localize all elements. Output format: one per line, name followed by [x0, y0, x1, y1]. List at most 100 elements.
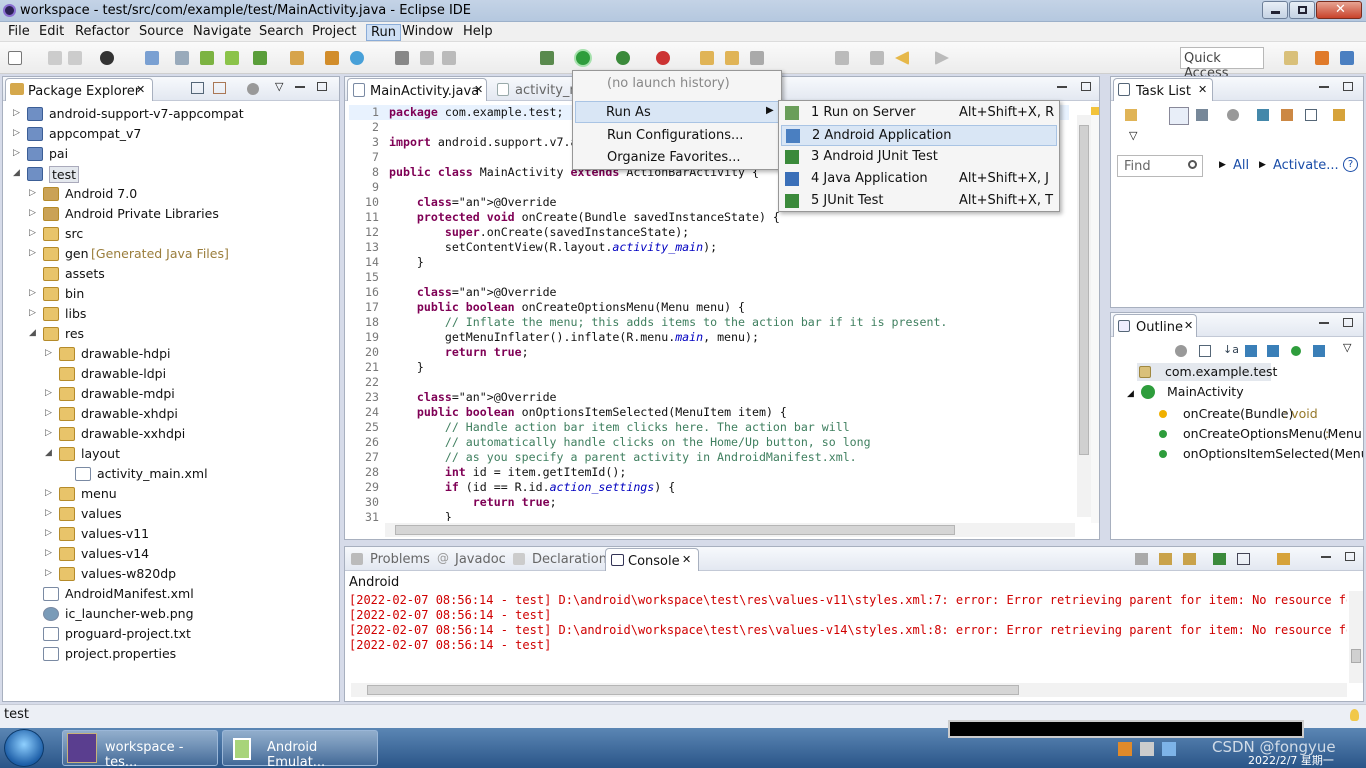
package-icon[interactable] [290, 51, 304, 65]
run-as-item[interactable]: 3 Android JUnit Test [781, 147, 1057, 168]
expand-arrow-icon[interactable]: ▷ [45, 528, 52, 538]
close-button[interactable]: ✕ [1316, 1, 1362, 19]
last-edit-icon[interactable] [870, 51, 884, 65]
avd-icon[interactable] [225, 51, 239, 65]
task-find-field[interactable]: Find [1117, 155, 1203, 177]
tab-declaration[interactable]: Declaration [532, 552, 607, 567]
menu-source[interactable]: Source [139, 24, 184, 39]
outline-class-label[interactable]: MainActivity [1167, 384, 1244, 399]
tray-icon[interactable] [1118, 742, 1132, 756]
vertical-scrollbar[interactable] [1077, 115, 1091, 517]
collapse-all-icon[interactable] [1305, 109, 1317, 121]
word-wrap-icon[interactable] [1183, 553, 1196, 565]
tree-item[interactable]: ▷ android-support-v7-appcompat [3, 104, 333, 124]
close-icon[interactable]: ✕ [1198, 83, 1207, 96]
scroll-thumb[interactable] [1351, 649, 1361, 663]
annotation-icon[interactable] [442, 51, 456, 65]
menu-project[interactable]: Project [312, 24, 356, 39]
open-console-icon[interactable] [1277, 553, 1290, 565]
close-icon[interactable]: ✕ [136, 83, 145, 96]
debug-icon[interactable] [175, 51, 189, 65]
java-ee-perspective-icon[interactable] [1315, 51, 1329, 65]
tree-item[interactable]: ic_launcher-web.png [3, 604, 333, 624]
collapse-all-icon[interactable] [1199, 345, 1211, 357]
help-icon[interactable]: ? [1343, 157, 1358, 172]
menu-help[interactable]: Help [463, 24, 493, 39]
tray-icon[interactable] [1140, 742, 1154, 756]
run-as-item[interactable]: 2 Android Application [781, 125, 1057, 146]
tab-javadoc[interactable]: Javadoc [455, 552, 506, 567]
hide-local-types-icon[interactable] [1313, 345, 1325, 357]
view-menu-icon[interactable]: ▽ [1129, 129, 1137, 142]
open-resource-icon[interactable] [725, 51, 739, 65]
expand-arrow-icon[interactable]: ▷ [13, 128, 20, 138]
tree-item[interactable]: ▷ drawable-xhdpi [3, 404, 333, 424]
expand-arrow-icon[interactable]: ▷ [29, 188, 36, 198]
tree-item[interactable]: ◢ layout [3, 444, 333, 464]
run-as-item[interactable]: 4 Java Application Alt+Shift+X, J [781, 169, 1057, 190]
expand-arrow-icon[interactable]: ▷ [45, 548, 52, 558]
activate-link[interactable]: Activate... [1273, 158, 1339, 173]
tree-item[interactable]: ▷ drawable-xxhdpi [3, 424, 333, 444]
expand-arrow-icon[interactable]: ▷ [29, 228, 36, 238]
tree-item[interactable]: ▷ appcompat_v7 [3, 124, 333, 144]
expand-arrow-icon[interactable]: ◢ [29, 328, 36, 338]
tree-item[interactable]: ▷ menu [3, 484, 333, 504]
maximize-view-icon[interactable] [1343, 318, 1353, 327]
save-all-icon[interactable] [68, 51, 82, 65]
outline-method[interactable]: onOptionsItemSelected(MenuIt [1155, 445, 1363, 463]
hide-completed-icon[interactable] [1281, 109, 1293, 121]
new-icon[interactable] [8, 51, 22, 65]
taskbar-item-emulator[interactable]: Android Emulat... [222, 730, 378, 768]
minimize-view-icon[interactable] [295, 86, 305, 88]
menu-file[interactable]: File [8, 24, 30, 39]
tree-item[interactable]: ▷ src [3, 224, 333, 244]
menu-window[interactable]: Window [402, 24, 453, 39]
scheduled-icon[interactable] [1196, 109, 1208, 121]
tree-item[interactable]: ▷ values [3, 504, 333, 524]
tree-item[interactable]: ◢ res [3, 324, 333, 344]
tree-item[interactable]: ▷ gen [Generated Java Files] [3, 244, 333, 264]
expand-arrow-icon[interactable]: ▷ [45, 428, 52, 438]
sync-icon[interactable] [1333, 109, 1345, 121]
tree-item[interactable]: ▷ drawable-mdpi [3, 384, 333, 404]
tree-item[interactable]: ▷ values-v11 [3, 524, 333, 544]
menu-refactor[interactable]: Refactor [75, 24, 130, 39]
expand-arrow-icon[interactable]: ▷ [29, 208, 36, 218]
link-with-editor-icon[interactable] [213, 82, 226, 94]
expand-arrow-icon[interactable]: ▷ [29, 308, 36, 318]
focus-icon[interactable] [1227, 109, 1239, 121]
categorize-icon[interactable] [1169, 107, 1189, 125]
minimize-view-icon[interactable] [1057, 86, 1067, 88]
expand-arrow-icon[interactable]: ▷ [45, 508, 52, 518]
menu-edit[interactable]: Edit [39, 24, 64, 39]
display-console-icon[interactable] [1237, 553, 1250, 565]
class-icon[interactable] [325, 51, 339, 65]
menu-run[interactable]: Run [366, 24, 401, 41]
expand-arrow-icon[interactable]: ▷ [45, 388, 52, 398]
outline-method[interactable]: onCreate(Bundle) : void [1155, 405, 1363, 423]
minimize-button[interactable] [1262, 1, 1288, 19]
editor-tab-activity-main[interactable]: activity_ma [495, 78, 590, 100]
outline-method[interactable]: onCreateOptionsMenu(Menu) : [1155, 425, 1363, 443]
maximize-view-icon[interactable] [1343, 82, 1353, 91]
start-button[interactable] [4, 729, 44, 767]
console-output[interactable]: [2022-02-07 08:56:14 - test] D:\android\… [347, 593, 1347, 683]
view-menu-icon[interactable]: ▽ [1343, 341, 1351, 354]
maximize-view-icon[interactable] [317, 82, 327, 91]
expand-arrow-icon[interactable]: ▷ [29, 248, 36, 258]
tree-item[interactable]: project.properties [3, 644, 333, 664]
maximize-view-icon[interactable] [1081, 82, 1091, 91]
focus-icon[interactable] [1175, 345, 1187, 357]
tree-item[interactable]: drawable-ldpi [3, 364, 333, 384]
hide-fields-icon[interactable] [1245, 345, 1257, 357]
run-as-item[interactable]: Run As ▶ [575, 101, 779, 123]
expand-arrow-icon[interactable]: ▷ [45, 408, 52, 418]
new-task-icon[interactable] [1125, 109, 1137, 121]
console-horizontal-scrollbar[interactable] [351, 683, 1347, 697]
scroll-thumb[interactable] [1079, 125, 1089, 455]
external-tools-icon[interactable] [656, 51, 670, 65]
open-type-icon[interactable] [700, 51, 714, 65]
maximize-button[interactable] [1289, 1, 1315, 19]
minimize-view-icon[interactable] [1321, 556, 1331, 558]
